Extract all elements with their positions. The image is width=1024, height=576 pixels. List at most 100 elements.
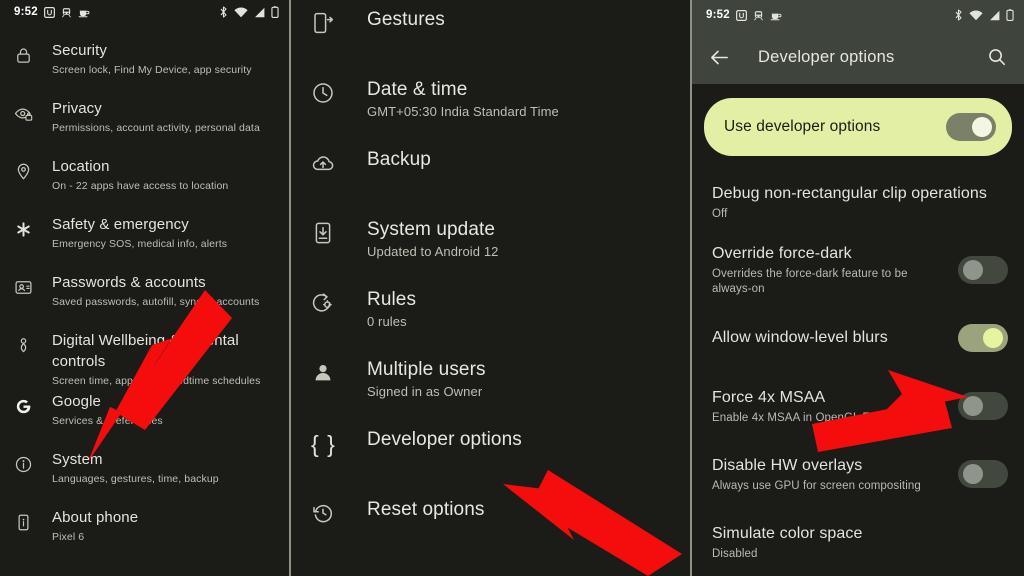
settings-row-reset-options[interactable]: Reset options bbox=[291, 494, 690, 564]
dev-row-disable-hw-overlays[interactable]: Disable HW overlays Always use GPU for s… bbox=[692, 440, 1024, 508]
dev-row-body: Disable HW overlays Always use GPU for s… bbox=[712, 455, 958, 494]
row-title: Force 4x MSAA bbox=[712, 388, 826, 406]
cloud-upload-icon bbox=[311, 144, 367, 175]
person-icon bbox=[311, 354, 367, 385]
override-force-dark-toggle[interactable] bbox=[958, 256, 1008, 284]
row-title: Reset options bbox=[367, 499, 485, 520]
location-pin-icon bbox=[14, 154, 52, 181]
row-subtitle: Disabled bbox=[712, 547, 758, 560]
dev-row-body: Simulate color space Disabled bbox=[712, 523, 1008, 562]
settings-row-safety-emergency[interactable]: Safety & emergency Emergency SOS, medica… bbox=[0, 212, 289, 270]
settings-row-privacy[interactable]: Privacy Permissions, account activity, p… bbox=[0, 96, 289, 154]
gestures-icon bbox=[311, 4, 367, 35]
dev-row-body: Override force-dark Overrides the force-… bbox=[712, 243, 958, 297]
signal-icon bbox=[254, 7, 265, 18]
bluetooth-icon bbox=[954, 9, 963, 21]
row-subtitle: Saved passwords, autofill, synced accoun… bbox=[52, 296, 260, 308]
u-badge-icon bbox=[43, 6, 55, 18]
settings-row-google[interactable]: Google Services & preferences bbox=[0, 389, 289, 447]
left-settings-list: Security Screen lock, Find My Device, ap… bbox=[0, 24, 289, 563]
left-settings-panel: 9:52 Security Screen lock, Find My Devic… bbox=[0, 0, 289, 576]
settings-row-date-time[interactable]: Date & time GMT+05:30 India Standard Tim… bbox=[291, 74, 690, 144]
phone-info-icon bbox=[14, 505, 52, 532]
developer-options-list: Debug non-rectangular clip operations Of… bbox=[692, 166, 1024, 576]
battery-icon bbox=[271, 6, 279, 18]
row-subtitle: 0 rules bbox=[367, 314, 407, 329]
row-subtitle: Screen lock, Find My Device, app securit… bbox=[52, 64, 252, 76]
settings-row-body: System update Updated to Android 12 bbox=[367, 214, 676, 261]
dev-row-simulate-color-space[interactable]: Simulate color space Disabled bbox=[692, 508, 1024, 576]
clock-icon bbox=[311, 74, 367, 105]
settings-row-about-phone[interactable]: About phone Pixel 6 bbox=[0, 505, 289, 563]
toggle-knob bbox=[963, 464, 983, 484]
settings-row-backup[interactable]: Backup bbox=[291, 144, 690, 214]
search-icon[interactable] bbox=[984, 44, 1010, 70]
row-subtitle: Emergency SOS, medical info, alerts bbox=[52, 238, 228, 250]
asterisk-icon bbox=[14, 212, 52, 239]
settings-row-system-update[interactable]: System update Updated to Android 12 bbox=[291, 214, 690, 284]
settings-row-digital-wellbeing[interactable]: Digital Wellbeing & parental controls Sc… bbox=[0, 328, 289, 389]
dev-row-override-force-dark[interactable]: Override force-dark Overrides the force-… bbox=[692, 236, 1024, 304]
row-subtitle: Signed in as Owner bbox=[367, 384, 483, 399]
train-icon bbox=[753, 10, 764, 21]
settings-row-body: Multiple users Signed in as Owner bbox=[367, 354, 676, 401]
rules-gear-icon bbox=[311, 284, 367, 315]
settings-row-security[interactable]: Security Screen lock, Find My Device, ap… bbox=[0, 38, 289, 96]
settings-row-body: Digital Wellbeing & parental controls Sc… bbox=[52, 328, 275, 389]
coffee-icon bbox=[770, 10, 782, 21]
row-title: Privacy bbox=[52, 100, 102, 117]
settings-row-body: Privacy Permissions, account activity, p… bbox=[52, 96, 275, 136]
settings-row-location[interactable]: Location On - 22 apps have access to loc… bbox=[0, 154, 289, 212]
coffee-icon bbox=[78, 7, 90, 18]
status-bar-right: 9:52 bbox=[692, 0, 1024, 30]
settings-row-body: Google Services & preferences bbox=[52, 389, 275, 429]
wifi-icon bbox=[969, 9, 983, 21]
braces-icon: { } bbox=[311, 424, 367, 458]
row-subtitle: Permissions, account activity, personal … bbox=[52, 122, 260, 134]
status-bar-right-group bbox=[219, 6, 279, 18]
row-title: Multiple users bbox=[367, 359, 486, 380]
use-developer-options-toggle[interactable] bbox=[946, 113, 996, 141]
settings-row-body: Developer options bbox=[367, 424, 676, 452]
row-title: System bbox=[52, 451, 103, 468]
arrow-back-icon[interactable] bbox=[706, 44, 732, 70]
settings-row-body: Reset options bbox=[367, 494, 676, 522]
row-title: Simulate color space bbox=[712, 524, 863, 542]
status-bar-clock: 9:52 bbox=[706, 9, 730, 21]
row-subtitle: Always use GPU for screen compositing bbox=[712, 479, 921, 492]
row-title: Location bbox=[52, 158, 110, 175]
use-developer-options-card[interactable]: Use developer options bbox=[704, 98, 1012, 156]
status-bar-clock: 9:52 bbox=[14, 6, 38, 18]
settings-row-body: Date & time GMT+05:30 India Standard Tim… bbox=[367, 74, 676, 121]
use-developer-options-label: Use developer options bbox=[724, 118, 881, 135]
settings-row-body: About phone Pixel 6 bbox=[52, 505, 275, 545]
dev-row-body: Allow window-level blurs bbox=[712, 327, 958, 349]
toggle-knob bbox=[972, 117, 992, 137]
dev-row-debug-clip-operations[interactable]: Debug non-rectangular clip operations Of… bbox=[692, 168, 1024, 236]
settings-row-system[interactable]: System Languages, gestures, time, backup bbox=[0, 447, 289, 505]
row-subtitle: Pixel 6 bbox=[52, 531, 85, 543]
id-card-icon bbox=[14, 270, 52, 297]
force-4x-msaa-toggle[interactable] bbox=[958, 392, 1008, 420]
row-subtitle: Enable 4x MSAA in OpenGL ES 2.0 apps bbox=[712, 411, 927, 424]
row-title: Backup bbox=[367, 149, 431, 170]
row-title: Security bbox=[52, 42, 107, 59]
row-title: Gestures bbox=[367, 9, 445, 30]
dev-row-force-4x-msaa[interactable]: Force 4x MSAA Enable 4x MSAA in OpenGL E… bbox=[692, 372, 1024, 440]
settings-row-developer-options[interactable]: { } Developer options bbox=[291, 424, 690, 494]
dev-row-allow-window-level-blurs[interactable]: Allow window-level blurs bbox=[692, 304, 1024, 372]
settings-row-gestures[interactable]: Gestures bbox=[291, 4, 690, 74]
row-title: Disable HW overlays bbox=[712, 456, 863, 474]
toggle-knob bbox=[963, 396, 983, 416]
row-subtitle: On - 22 apps have access to location bbox=[52, 180, 229, 192]
settings-row-passwords-accounts[interactable]: Passwords & accounts Saved passwords, au… bbox=[0, 270, 289, 328]
status-bar-right-group bbox=[954, 9, 1014, 21]
allow-window-level-blurs-toggle[interactable] bbox=[958, 324, 1008, 352]
u-badge-icon bbox=[735, 9, 747, 21]
settings-row-rules[interactable]: Rules 0 rules bbox=[291, 284, 690, 354]
row-subtitle: Languages, gestures, time, backup bbox=[52, 473, 219, 485]
middle-settings-list: Gestures Date & time GMT+05:30 India Sta… bbox=[291, 0, 690, 564]
disable-hw-overlays-toggle[interactable] bbox=[958, 460, 1008, 488]
row-title: About phone bbox=[52, 509, 139, 526]
settings-row-multiple-users[interactable]: Multiple users Signed in as Owner bbox=[291, 354, 690, 424]
